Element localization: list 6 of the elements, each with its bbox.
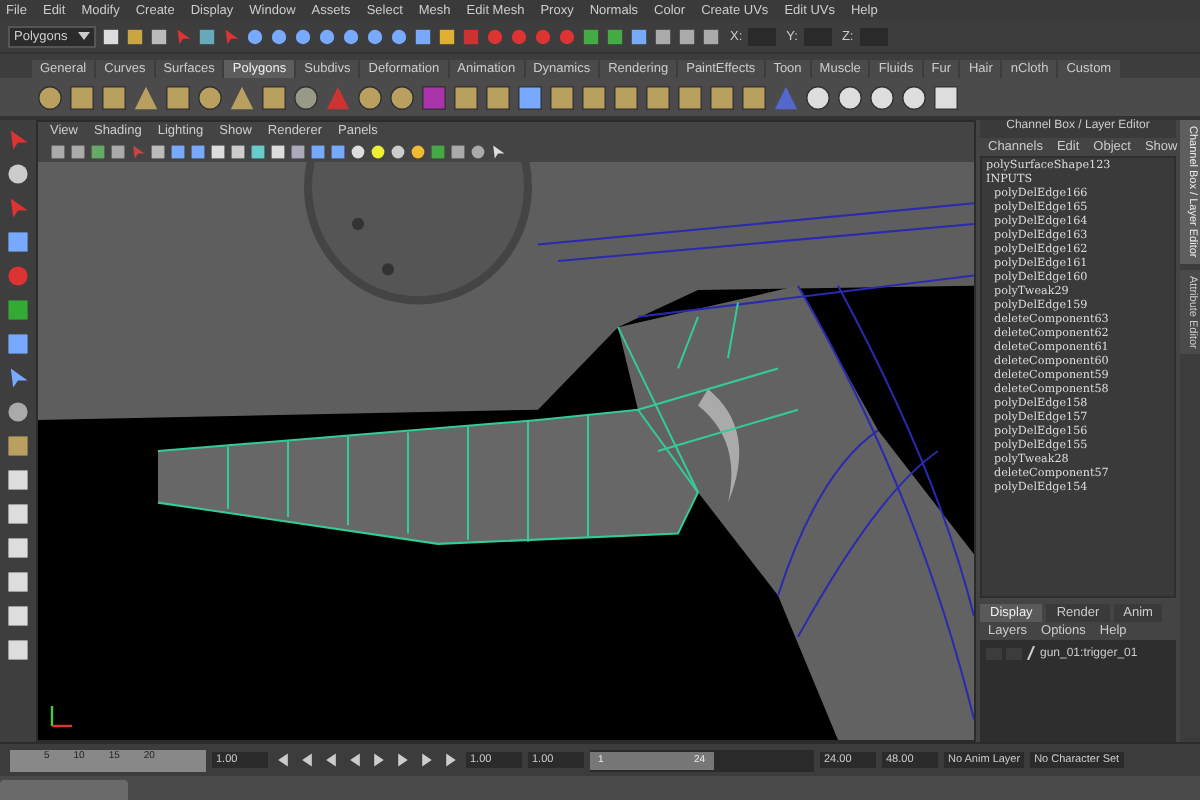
play-icon[interactable]: [370, 752, 388, 768]
pyramid-icon[interactable]: [228, 83, 256, 111]
caret-icon: [78, 30, 90, 42]
axis-icon: [46, 700, 78, 732]
slash-icon: [1026, 646, 1036, 660]
play-back-icon[interactable]: [346, 752, 364, 768]
